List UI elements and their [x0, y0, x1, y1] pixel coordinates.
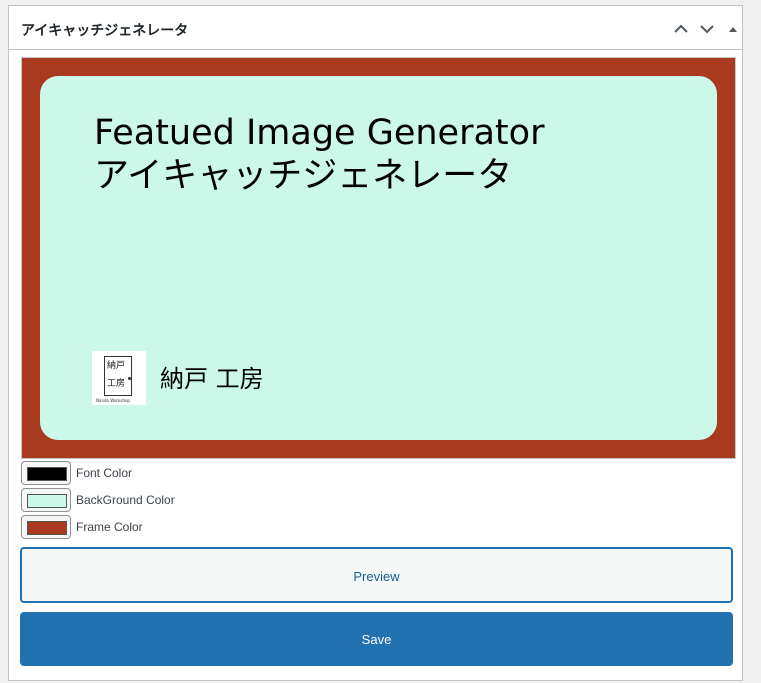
panel-header: アイキャッチジェネレータ — [9, 6, 742, 50]
font-color-label: Font Color — [76, 466, 133, 480]
image-title-japanese: アイキャッチジェネレータ — [94, 156, 513, 196]
frame-color-picker[interactable] — [21, 515, 71, 539]
logo-text-line1: 納戸 — [107, 361, 126, 371]
frame-color-swatch — [27, 521, 67, 535]
font-color-picker[interactable] — [21, 461, 71, 485]
featured-image-generator-panel: アイキャッチジェネレータ Featued Image Generator アイキ… — [8, 5, 743, 681]
preview-button-label: Preview — [353, 569, 400, 584]
image-frame: Featued Image Generator アイキャッチジェネレータ 納戸 … — [22, 58, 735, 458]
logo-dot — [128, 377, 131, 380]
preview-button[interactable]: Preview — [20, 547, 733, 603]
chevron-down-icon[interactable] — [698, 20, 716, 38]
font-color-swatch — [27, 467, 67, 481]
logo-subtext: Nando Workshop — [96, 398, 130, 403]
frame-color-label: Frame Color — [76, 520, 143, 534]
logo-text-line2: 工房 — [107, 379, 126, 389]
brand-logo: 納戸 工房 Nando Workshop — [92, 351, 146, 405]
image-title-english: Featued Image Generator — [94, 113, 545, 153]
save-button[interactable]: Save — [20, 612, 733, 666]
background-color-label: BackGround Color — [76, 493, 175, 507]
background-color-picker[interactable] — [21, 488, 71, 512]
brand-name: 納戸 工房 — [160, 365, 264, 393]
image-background: Featued Image Generator アイキャッチジェネレータ 納戸 … — [40, 76, 717, 440]
chevron-up-icon[interactable] — [672, 20, 690, 38]
save-button-label: Save — [361, 632, 392, 647]
featured-image-preview: Featued Image Generator アイキャッチジェネレータ 納戸 … — [21, 57, 736, 459]
toggle-triangle-icon[interactable] — [724, 20, 742, 38]
logo-border: 納戸 工房 — [104, 356, 132, 396]
background-color-swatch — [27, 494, 67, 508]
panel-title: アイキャッチジェネレータ — [21, 23, 189, 39]
